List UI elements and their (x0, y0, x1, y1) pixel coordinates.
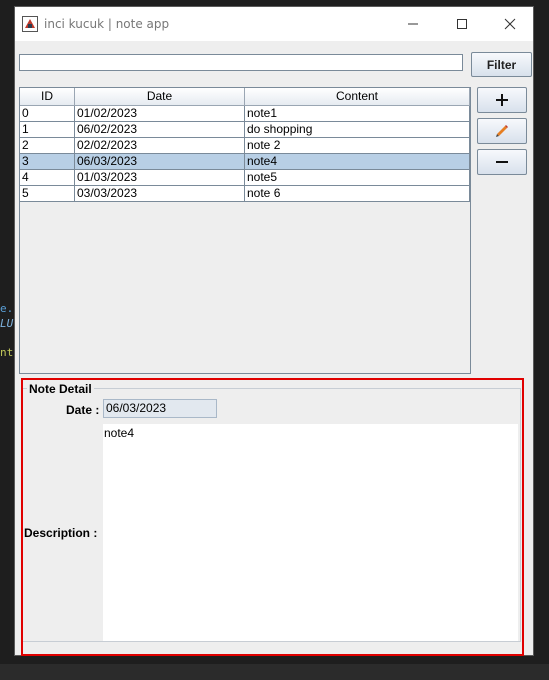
cell-content: note5 (245, 170, 470, 186)
cell-id: 2 (20, 138, 75, 154)
table-row[interactable]: 0 01/02/2023 note1 (20, 106, 470, 122)
filter-button[interactable]: Filter (471, 52, 532, 77)
maximize-icon (457, 19, 467, 29)
column-header-content[interactable]: Content (245, 88, 470, 106)
minimize-icon (408, 23, 418, 25)
remove-note-button[interactable] (477, 149, 527, 175)
maximize-button[interactable] (439, 11, 485, 37)
table-row[interactable]: 2 02/02/2023 note 2 (20, 138, 470, 154)
cell-date: 06/03/2023 (75, 154, 245, 170)
ide-code-fragment: nt (0, 346, 14, 359)
notes-table[interactable]: ID Date Content 0 01/02/2023 note1 1 06/… (19, 87, 471, 374)
ide-code-fragment: e. (0, 302, 14, 315)
cell-content: note 6 (245, 186, 470, 202)
cell-content: note4 (245, 154, 470, 170)
table-row[interactable]: 1 06/02/2023 do shopping (20, 122, 470, 138)
window-title: inci kucuk | note app (44, 17, 170, 31)
column-header-id[interactable]: ID (20, 88, 75, 106)
add-note-button[interactable] (477, 87, 527, 113)
cell-date: 03/03/2023 (75, 186, 245, 202)
cell-id: 3 (20, 154, 75, 170)
ide-code-fragment: LU (0, 317, 14, 330)
minimize-button[interactable] (390, 11, 436, 37)
cell-content: do shopping (245, 122, 470, 138)
taskbar-strip (0, 664, 549, 680)
cell-date: 01/03/2023 (75, 170, 245, 186)
cell-id: 5 (20, 186, 75, 202)
pencil-icon (496, 125, 508, 137)
filter-input[interactable] (19, 54, 463, 71)
cell-id: 4 (20, 170, 75, 186)
edit-note-button[interactable] (477, 118, 527, 144)
column-header-date[interactable]: Date (75, 88, 245, 106)
minus-icon (496, 161, 508, 163)
title-bar[interactable]: inci kucuk | note app (15, 7, 533, 41)
table-row[interactable]: 3 06/03/2023 note4 (20, 154, 470, 170)
close-icon (504, 18, 516, 30)
highlight-box (21, 378, 524, 656)
cell-date: 06/02/2023 (75, 122, 245, 138)
cell-id: 0 (20, 106, 75, 122)
cell-content: note1 (245, 106, 470, 122)
cell-date: 02/02/2023 (75, 138, 245, 154)
table-row[interactable]: 5 03/03/2023 note 6 (20, 186, 470, 202)
table-row[interactable]: 4 01/03/2023 note5 (20, 170, 470, 186)
cell-content: note 2 (245, 138, 470, 154)
cell-id: 1 (20, 122, 75, 138)
app-icon (22, 16, 38, 32)
close-button[interactable] (487, 11, 533, 37)
plus-icon (496, 94, 508, 106)
cell-date: 01/02/2023 (75, 106, 245, 122)
